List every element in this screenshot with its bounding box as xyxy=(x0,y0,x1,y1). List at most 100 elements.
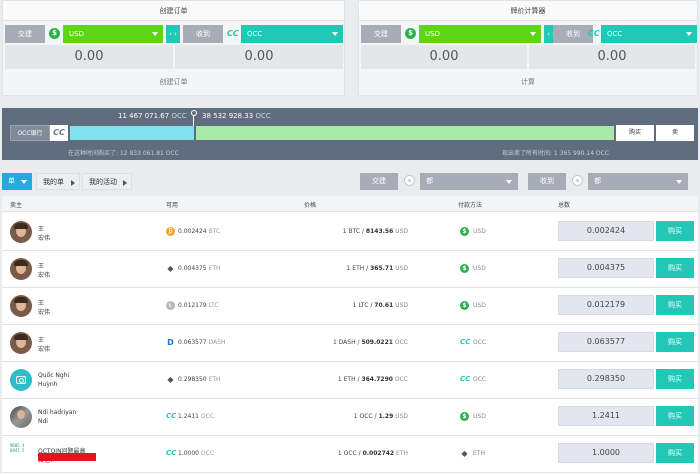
usd-icon: $ xyxy=(460,301,469,310)
my-activity-tab[interactable]: 我的活动 xyxy=(82,173,132,190)
depth-buy-button[interactable]: 购买 xyxy=(616,125,654,141)
calc-receive-label-button[interactable]: 收到 xyxy=(553,25,593,43)
create-order-panel: 创建订单 交建 $ USD ‹ › 收到 CC OCC 0.00 0.00 创建… xyxy=(2,0,345,96)
order-type-dropdown[interactable]: 单 xyxy=(2,173,32,190)
total-input[interactable]: 0.063577 xyxy=(558,332,654,352)
available-amount: 1.2411 OCC xyxy=(178,413,215,420)
buy-button[interactable]: 购买 xyxy=(656,369,694,389)
receive-label-button[interactable]: 收到 xyxy=(183,25,223,43)
chevron-right-icon xyxy=(71,180,75,186)
payment-method: USD xyxy=(473,228,486,235)
available-amount: 0.298350 ETH xyxy=(178,376,221,383)
buy-button[interactable]: 购买 xyxy=(656,406,694,426)
filter-receive-select[interactable]: 都 xyxy=(588,173,688,190)
buy-button[interactable]: 购买 xyxy=(656,295,694,315)
available-amount: 0.004375 ETH xyxy=(178,265,221,272)
seller-subname: 宏伟 xyxy=(38,272,51,279)
header-price: 价格 xyxy=(304,202,317,209)
seller-name[interactable]: 王 xyxy=(38,335,44,344)
occ-bank-button[interactable]: OCC银行 xyxy=(10,125,50,141)
header-available: 可用 xyxy=(166,202,179,209)
available-amount: 0.063577 DASH xyxy=(178,339,226,346)
to-currency-select[interactable]: OCC xyxy=(241,25,343,43)
order-depth-bar: 11 467 071.67 OCC 38 532 928.33 OCC OCC银… xyxy=(2,108,698,160)
filter-trade-label[interactable]: 交建 xyxy=(360,173,398,190)
price-value: 1 OCC / 1.29 USD xyxy=(353,413,408,420)
calc-amount-receive-input[interactable]: 0.00 xyxy=(529,45,695,69)
table-row: 9605 48847 5OCTOIN问题最高微信：CC1.0000 OCC1 O… xyxy=(2,436,698,473)
total-input[interactable]: 1.0000 xyxy=(558,443,654,463)
seller-name[interactable]: 王 xyxy=(38,298,44,307)
payment-method: ETH xyxy=(473,450,485,457)
occ-icon: CC xyxy=(460,338,471,346)
amount-send-input[interactable]: 0.00 xyxy=(5,45,173,69)
avatar[interactable] xyxy=(10,258,32,280)
occ-icon: CC xyxy=(166,412,177,420)
price-value: 1 ETH / 365.71 USD xyxy=(346,265,408,272)
calculate-button[interactable]: 计算 xyxy=(359,77,697,87)
chevron-down-icon xyxy=(686,32,692,36)
avatar[interactable] xyxy=(10,332,32,354)
buy-depth-fill xyxy=(70,126,194,140)
avatar[interactable] xyxy=(10,295,32,317)
total-input[interactable]: 0.298350 xyxy=(558,369,654,389)
create-order-button[interactable]: 创建订单 xyxy=(3,77,344,87)
amount-receive-input[interactable]: 0.00 xyxy=(175,45,343,69)
filter-receive-label[interactable]: 收到 xyxy=(528,173,566,190)
from-currency-select[interactable]: USD xyxy=(63,25,163,43)
header-total: 总数 xyxy=(558,202,571,209)
depth-sell-button[interactable]: 卖 xyxy=(656,125,694,141)
redaction-mark xyxy=(38,453,96,461)
occ-icon: CC xyxy=(166,449,177,457)
trade-label-button[interactable]: 交建 xyxy=(5,25,45,43)
payment-method: USD xyxy=(473,302,486,309)
avatar[interactable] xyxy=(10,406,32,428)
filter-receive-radio[interactable] xyxy=(572,175,583,186)
buy-volume-label: 11 467 071.67 OCC xyxy=(118,112,187,120)
usd-icon: $ xyxy=(460,264,469,273)
eth-icon: ◆ xyxy=(167,264,174,273)
filter-trade-radio[interactable] xyxy=(404,175,415,186)
available-amount: 1.0000 OCC xyxy=(178,450,215,457)
buy-button[interactable]: 购买 xyxy=(656,258,694,278)
buy-button[interactable]: 购买 xyxy=(656,443,694,463)
table-row: 王宏伟 ₿ 0.002424 BTC 1 BTC / 8143.56 USD $ USD 0… xyxy=(2,214,698,251)
calc-trade-label-button[interactable]: 交建 xyxy=(361,25,401,43)
chevron-down-icon xyxy=(332,32,338,36)
sell-volume-label: 38 532 928.33 OCC xyxy=(202,112,271,120)
buy-button[interactable]: 购买 xyxy=(656,332,694,352)
table-row: 王宏伟 D 0.063577 DASH 1 DASH / 509.0221 OCC CC… xyxy=(2,325,698,362)
seller-subname: 宏伟 xyxy=(38,309,51,316)
total-input[interactable]: 1.2411 xyxy=(558,406,654,426)
available-amount: 0.002424 BTC xyxy=(178,228,221,235)
seller-name[interactable]: 王 xyxy=(38,224,44,233)
payment-method: OCC xyxy=(473,339,487,346)
total-input[interactable]: 0.002424 xyxy=(558,221,654,241)
total-input[interactable]: 0.012179 xyxy=(558,295,654,315)
my-orders-tab[interactable]: 我的单 xyxy=(36,173,80,190)
dollar-icon: $ xyxy=(405,28,416,39)
seller-name[interactable]: 王 xyxy=(38,261,44,270)
occ-icon: CC xyxy=(460,375,471,383)
seller-name[interactable]: Ndi hadriyan xyxy=(38,409,76,416)
avatar[interactable] xyxy=(10,221,32,243)
buy-button[interactable]: 购买 xyxy=(656,221,694,241)
occ-logo-icon: CC xyxy=(50,125,68,141)
table-row: Quốc Nghi Huỳnh ◆ 0.298350 ETH 1 ETH / 364.7… xyxy=(2,362,698,399)
calc-to-currency-select[interactable]: OCC xyxy=(601,25,697,43)
filter-bar: 单 我的单 我的活动 交建 都 收到 都 xyxy=(0,170,700,192)
swap-icon[interactable]: ‹ › xyxy=(166,25,180,43)
calc-from-currency-select[interactable]: USD xyxy=(419,25,541,43)
dollar-icon: $ xyxy=(49,28,60,39)
avatar[interactable] xyxy=(10,369,32,391)
table-header: 卖主 可用 价格 付款方法 总数 xyxy=(2,196,698,212)
depth-marker-line xyxy=(193,116,194,126)
seller-name[interactable]: Quốc Nghi xyxy=(38,372,69,379)
filter-trade-select[interactable]: 都 xyxy=(420,173,518,190)
chevron-down-icon xyxy=(676,180,682,184)
usd-icon: $ xyxy=(460,227,469,236)
calc-amount-send-input[interactable]: 0.00 xyxy=(361,45,527,69)
total-input[interactable]: 0.004375 xyxy=(558,258,654,278)
avatar-qr-code[interactable]: 9605 4 8847 5 xyxy=(10,443,32,465)
offers-table: 卖主 可用 价格 付款方法 总数 王宏伟 ₿ 0.002424 BTC 1 BTC /… xyxy=(2,196,698,474)
